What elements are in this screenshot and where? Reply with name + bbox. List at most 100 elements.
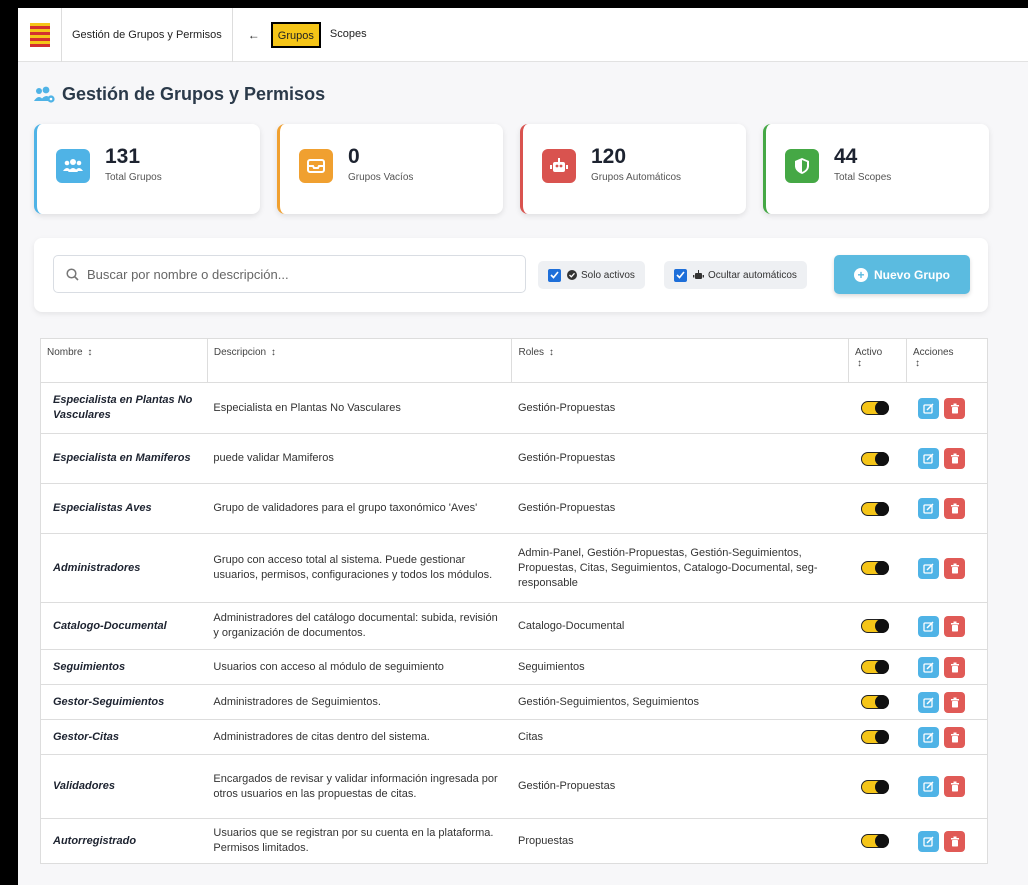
group-name: Autorregistrado bbox=[40, 818, 208, 864]
group-roles: Gestión-Propuestas bbox=[511, 382, 849, 434]
table-row: Validadores Encargados de revisar y valid… bbox=[40, 754, 988, 819]
tab-grupos[interactable]: Grupos bbox=[270, 21, 321, 48]
active-cell bbox=[848, 602, 907, 650]
stat-card-grupos-automaticos: 120 Grupos Automáticos bbox=[520, 124, 746, 214]
table-row: Catalogo-Documental Administradores del c… bbox=[40, 602, 988, 650]
shield-icon bbox=[785, 149, 819, 183]
edit-button[interactable] bbox=[918, 776, 940, 797]
groups-table: Nombre ↕ Descripcion ↕ Roles ↕ Activo ↕ A… bbox=[40, 338, 989, 864]
tab-scopes[interactable]: Scopes bbox=[325, 22, 372, 48]
group-roles: Admin-Panel, Gestión-Propuestas, Gestión… bbox=[511, 533, 849, 603]
table-row: Especialistas Aves Grupo de validadores p… bbox=[40, 483, 988, 534]
edit-button[interactable] bbox=[918, 557, 940, 579]
group-name: Especialista en Plantas No Vasculares bbox=[40, 382, 208, 434]
active-toggle[interactable] bbox=[860, 561, 889, 575]
group-description: Administradores del catálogo documental:… bbox=[207, 602, 512, 650]
delete-button[interactable] bbox=[944, 397, 966, 419]
stat-label: Grupos Vacíos bbox=[348, 172, 414, 183]
column-header-activo[interactable]: Activo ↕ bbox=[848, 338, 907, 383]
column-header-nombre[interactable]: Nombre ↕ bbox=[40, 338, 208, 383]
trash-icon bbox=[950, 403, 959, 413]
edit-button[interactable] bbox=[918, 726, 940, 748]
active-cell bbox=[848, 483, 907, 534]
delete-button[interactable] bbox=[944, 726, 966, 748]
stat-card-total-scopes: 44 Total Scopes bbox=[763, 124, 989, 214]
nav-title[interactable]: Gestión de Grupos y Permisos bbox=[62, 8, 233, 62]
search-box[interactable] bbox=[53, 255, 526, 293]
table-row: Gestor-Seguimientos Administradores de Se… bbox=[40, 684, 988, 720]
table-header-row: Nombre ↕ Descripcion ↕ Roles ↕ Activo ↕ A… bbox=[40, 338, 989, 383]
search-input[interactable] bbox=[87, 266, 507, 282]
delete-button[interactable] bbox=[944, 615, 966, 637]
edit-button[interactable] bbox=[918, 448, 940, 469]
active-toggle[interactable] bbox=[860, 730, 889, 744]
active-cell bbox=[848, 719, 907, 755]
group-description: Administradores de Seguimientos. bbox=[207, 684, 512, 720]
edit-icon bbox=[923, 562, 935, 574]
active-cell bbox=[848, 649, 907, 685]
users-cog-icon bbox=[34, 86, 55, 103]
table-row: Autorregistrado Usuarios que se registran… bbox=[40, 818, 988, 864]
sort-icon[interactable]: ↕ bbox=[87, 347, 92, 358]
delete-button[interactable] bbox=[944, 776, 966, 797]
edit-icon bbox=[923, 620, 935, 632]
table-row: Administradores Grupo con acceso total al… bbox=[40, 533, 988, 603]
active-toggle[interactable] bbox=[860, 660, 889, 674]
active-cell bbox=[848, 533, 907, 603]
page-title-text: Gestión de Grupos y Permisos bbox=[62, 84, 326, 104]
solo-activos-checkbox[interactable]: Solo activos bbox=[538, 261, 645, 289]
active-toggle[interactable] bbox=[860, 779, 889, 794]
edit-button[interactable] bbox=[918, 830, 940, 852]
active-toggle[interactable] bbox=[860, 834, 889, 848]
column-header-descripcion[interactable]: Descripcion ↕ bbox=[206, 338, 513, 383]
stat-label: Grupos Automáticos bbox=[591, 172, 682, 183]
active-toggle[interactable] bbox=[860, 619, 889, 633]
group-description: Usuarios que se registran por su cuenta … bbox=[207, 818, 512, 864]
active-cell bbox=[848, 684, 907, 720]
group-roles: Catalogo-Documental bbox=[511, 602, 849, 650]
group-roles: Gestión-Propuestas bbox=[511, 754, 849, 819]
trash-icon bbox=[950, 503, 959, 514]
column-header-roles[interactable]: Roles ↕ bbox=[511, 338, 850, 383]
edit-button[interactable] bbox=[918, 691, 940, 713]
trash-icon bbox=[950, 662, 959, 672]
app-logo[interactable] bbox=[18, 8, 62, 62]
trash-icon bbox=[950, 732, 959, 742]
sort-icon[interactable]: ↕ bbox=[271, 347, 276, 358]
stat-card-grupos-vacios: 0 Grupos Vacíos bbox=[277, 124, 503, 214]
delete-button[interactable] bbox=[944, 656, 966, 678]
active-cell bbox=[848, 382, 907, 434]
group-description: Grupo con acceso total al sistema. Puede… bbox=[207, 533, 512, 603]
table-row: Especialista en Plantas No Vasculares Esp… bbox=[40, 382, 988, 434]
back-arrow-icon[interactable]: ← bbox=[241, 28, 267, 42]
delete-button[interactable] bbox=[944, 830, 966, 852]
delete-button[interactable] bbox=[944, 691, 966, 713]
active-cell bbox=[848, 818, 907, 864]
group-description: puede validar Mamiferos bbox=[207, 433, 512, 484]
delete-button[interactable] bbox=[944, 557, 966, 579]
stat-card-total-grupos: 131 Total Grupos bbox=[34, 124, 260, 214]
edit-button[interactable] bbox=[918, 656, 940, 678]
top-nav: Gestión de Grupos y Permisos ← Grupos Sc… bbox=[18, 8, 1028, 62]
active-toggle[interactable] bbox=[860, 695, 889, 709]
edit-button[interactable] bbox=[918, 498, 940, 519]
ocultar-automaticos-checkbox[interactable]: Ocultar automáticos bbox=[664, 261, 807, 289]
solo-activos-label: Solo activos bbox=[581, 269, 635, 281]
users-icon bbox=[56, 149, 90, 183]
trash-icon bbox=[950, 836, 959, 846]
robot-icon bbox=[542, 149, 576, 183]
active-toggle[interactable] bbox=[860, 451, 889, 466]
edit-button[interactable] bbox=[918, 615, 940, 637]
column-header-acciones[interactable]: Acciones ↕ bbox=[905, 338, 989, 383]
delete-button[interactable] bbox=[944, 448, 966, 469]
sort-icon[interactable]: ↕ bbox=[857, 358, 862, 369]
actions-cell bbox=[906, 649, 988, 685]
edit-icon bbox=[923, 453, 935, 464]
sort-icon[interactable]: ↕ bbox=[549, 347, 554, 358]
new-group-button[interactable]: + Nuevo Grupo bbox=[834, 255, 970, 294]
active-toggle[interactable] bbox=[860, 501, 889, 516]
edit-button[interactable] bbox=[918, 397, 940, 419]
active-toggle[interactable] bbox=[860, 401, 889, 415]
sort-icon[interactable]: ↕ bbox=[915, 358, 920, 369]
delete-button[interactable] bbox=[944, 498, 966, 519]
